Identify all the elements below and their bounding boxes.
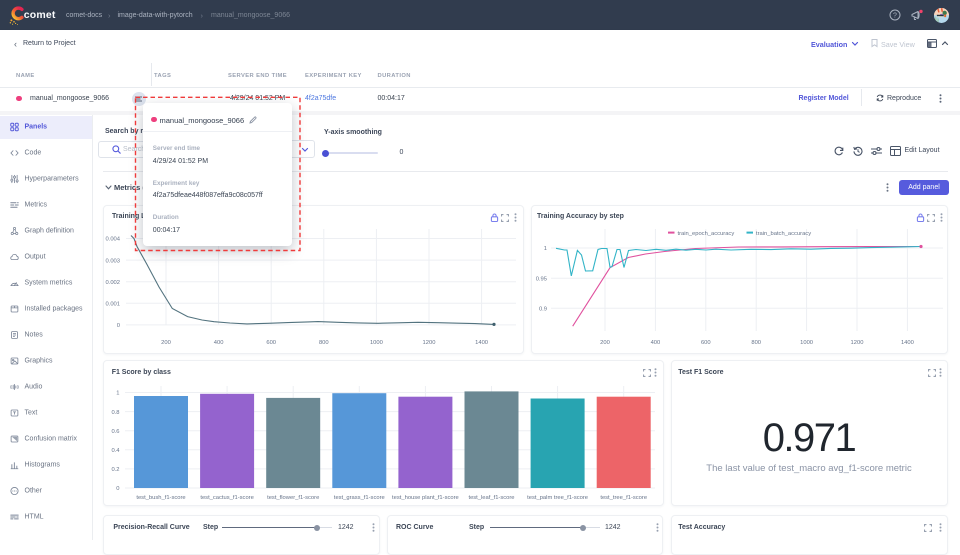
svg-text:test_cactus_f1-score: test_cactus_f1-score <box>200 495 254 501</box>
svg-text:0: 0 <box>116 486 119 492</box>
svg-text:0.6: 0.6 <box>111 428 119 434</box>
svg-text:800: 800 <box>319 340 329 346</box>
svg-text:0.003: 0.003 <box>105 258 120 264</box>
svg-text:400: 400 <box>650 340 660 346</box>
svg-text:1: 1 <box>116 390 119 396</box>
svg-text:0.002: 0.002 <box>105 280 120 286</box>
svg-text:test_palm tree_f1-score: test_palm tree_f1-score <box>527 495 588 501</box>
svg-text:800: 800 <box>751 340 761 346</box>
svg-text:0.9: 0.9 <box>538 306 546 312</box>
svg-text:train_batch_accuracy: train_batch_accuracy <box>756 231 811 237</box>
svg-text:0.2: 0.2 <box>111 467 119 473</box>
svg-text:0.004: 0.004 <box>105 237 120 243</box>
svg-text:1000: 1000 <box>800 340 813 346</box>
svg-text:test_bush_f1-score: test_bush_f1-score <box>136 495 185 501</box>
svg-text:200: 200 <box>161 340 171 346</box>
svg-text:200: 200 <box>600 340 610 346</box>
svg-text:400: 400 <box>214 340 224 346</box>
svg-text:1: 1 <box>543 246 546 252</box>
svg-text:1400: 1400 <box>475 340 488 346</box>
svg-text:1000: 1000 <box>370 340 383 346</box>
svg-text:test_grass_f1-score: test_grass_f1-score <box>334 495 385 501</box>
svg-text:0: 0 <box>117 323 120 329</box>
svg-text:test_tree_f1-score: test_tree_f1-score <box>600 495 647 501</box>
svg-text:0.8: 0.8 <box>111 409 119 415</box>
svg-text:test_flower_f1-score: test_flower_f1-score <box>267 495 319 501</box>
svg-text:1400: 1400 <box>900 340 913 346</box>
svg-text:1200: 1200 <box>850 340 863 346</box>
svg-text:1200: 1200 <box>423 340 436 346</box>
svg-text:?: ? <box>893 13 897 20</box>
svg-text:0.4: 0.4 <box>111 448 120 454</box>
svg-text:train_epoch_accuracy: train_epoch_accuracy <box>677 231 734 237</box>
svg-text:600: 600 <box>266 340 276 346</box>
svg-text:600: 600 <box>700 340 710 346</box>
svg-text:0.95: 0.95 <box>535 277 546 283</box>
svg-text:test_leaf_f1-score: test_leaf_f1-score <box>468 495 514 501</box>
svg-text:test_house plant_f1-score: test_house plant_f1-score <box>392 495 459 501</box>
svg-text:0.001: 0.001 <box>105 302 120 308</box>
